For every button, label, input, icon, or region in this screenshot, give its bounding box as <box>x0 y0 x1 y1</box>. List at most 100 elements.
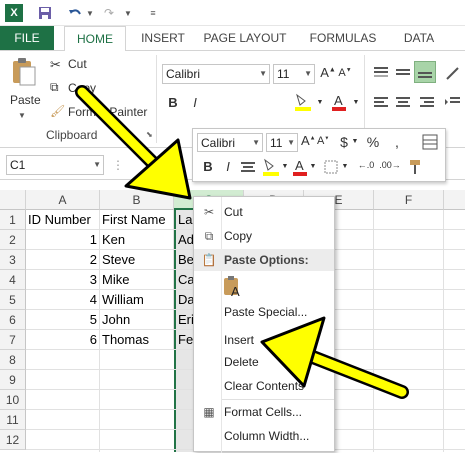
row-header[interactable]: 5 <box>0 290 26 310</box>
name-box[interactable]: C1 ▼ <box>6 155 104 175</box>
cell-a5[interactable]: 4 <box>26 290 100 310</box>
mini-increase-decimal-icon[interactable]: ←.0 <box>355 160 377 170</box>
cell-a4[interactable]: 3 <box>26 270 100 290</box>
indent-icon[interactable] <box>444 95 462 111</box>
chevron-down-icon[interactable]: ▼ <box>309 163 317 170</box>
cell-b2[interactable]: Ken <box>100 230 174 250</box>
cell-b5[interactable]: William <box>100 290 174 310</box>
paste-button[interactable]: Paste <box>10 93 41 107</box>
mini-font-name-box[interactable]: Calibri ▼ <box>197 133 263 152</box>
cell-b1[interactable]: First Name <box>100 210 174 230</box>
chevron-down-icon[interactable]: ▼ <box>316 99 324 106</box>
undo-dropdown-icon[interactable]: ▼ <box>86 4 94 22</box>
bottom-align-icon[interactable] <box>414 61 436 83</box>
tab-insert[interactable]: INSERT <box>134 26 192 50</box>
cell-b7[interactable]: Thomas <box>100 330 174 350</box>
row-header[interactable]: 9 <box>0 370 26 390</box>
mini-currency-button[interactable]: $ <box>337 134 351 150</box>
mini-borders-icon[interactable] <box>323 159 341 177</box>
chevron-down-icon[interactable]: ▼ <box>304 65 312 83</box>
undo-icon[interactable] <box>66 4 84 22</box>
font-name-box[interactable]: Calibri ▼ <box>162 64 270 84</box>
redo-icon[interactable]: ↷ <box>100 4 118 22</box>
chevron-down-icon[interactable]: ▼ <box>281 163 289 170</box>
mini-comma-icon[interactable]: , <box>389 134 405 150</box>
mini-shrink-font-icon[interactable]: A▼ <box>317 135 329 147</box>
chevron-down-icon[interactable]: ▼ <box>341 163 349 170</box>
menu-item-clear-contents[interactable]: Clear Contents <box>194 375 334 397</box>
tab-formulas[interactable]: FORMULAS <box>302 26 384 50</box>
orientation-icon[interactable] <box>444 65 462 81</box>
row-header[interactable]: 4 <box>0 270 26 290</box>
scissors-icon[interactable]: ✂ <box>50 57 61 73</box>
redo-dropdown-icon[interactable]: ▼ <box>124 4 132 22</box>
row-header[interactable]: 1 <box>0 210 26 230</box>
top-align-icon[interactable] <box>372 65 390 81</box>
mini-format-painter-icon[interactable] <box>407 158 425 176</box>
cut-button[interactable]: Cut <box>68 57 87 71</box>
row-header[interactable]: 8 <box>0 350 26 370</box>
cell-a7[interactable]: 6 <box>26 330 100 350</box>
chevron-down-icon[interactable]: ▼ <box>259 65 267 83</box>
save-icon[interactable] <box>36 4 54 22</box>
fill-color-icon[interactable] <box>292 93 314 114</box>
column-header-b[interactable]: B <box>100 190 174 210</box>
mini-percent-button[interactable]: % <box>365 134 381 150</box>
mini-format-table-icon[interactable] <box>421 133 439 151</box>
format-painter-icon[interactable]: 🖌 <box>50 104 65 118</box>
middle-align-icon[interactable] <box>394 65 412 81</box>
cell-b4[interactable]: Mike <box>100 270 174 290</box>
menu-item-cut[interactable]: ✂ Cut <box>194 201 334 223</box>
chevron-down-icon[interactable]: ▼ <box>351 138 359 145</box>
column-header-f[interactable]: F <box>374 190 444 210</box>
cell-a6[interactable]: 5 <box>26 310 100 330</box>
select-all-corner[interactable] <box>0 190 26 210</box>
cell-b6[interactable]: John <box>100 310 174 330</box>
align-right-icon[interactable] <box>418 95 436 111</box>
row-header[interactable]: 7 <box>0 330 26 350</box>
align-center-icon[interactable] <box>394 95 412 111</box>
cell-b3[interactable]: Steve <box>100 250 174 270</box>
menu-item-copy[interactable]: ⧉ Copy <box>194 225 334 247</box>
menu-item-column-width[interactable]: Column Width... <box>194 425 334 447</box>
align-left-icon[interactable] <box>372 95 390 111</box>
font-size-box[interactable]: 11 ▼ <box>273 64 315 84</box>
row-header[interactable]: 6 <box>0 310 26 330</box>
row-header[interactable]: 11 <box>0 410 26 430</box>
cell-a3[interactable]: 2 <box>26 250 100 270</box>
chevron-down-icon[interactable]: ▼ <box>287 134 295 152</box>
font-color-icon[interactable]: A <box>328 93 350 114</box>
grow-font-icon[interactable]: A▲ <box>320 65 336 80</box>
paste-dropdown-icon[interactable]: ▼ <box>18 111 26 120</box>
dialog-launcher-icon[interactable]: ⬊ <box>146 130 153 139</box>
paste-keep-format-icon[interactable]: A <box>222 275 244 299</box>
copy-button[interactable]: Copy <box>68 81 96 95</box>
row-header[interactable]: 2 <box>0 230 26 250</box>
menu-item-delete[interactable]: Delete <box>194 351 334 373</box>
row-header[interactable]: 10 <box>0 390 26 410</box>
format-painter-button[interactable]: Format Painter <box>68 105 147 119</box>
tab-file[interactable]: FILE <box>0 26 54 50</box>
tab-data[interactable]: DATA <box>394 26 444 50</box>
column-header-a[interactable]: A <box>26 190 100 210</box>
chevron-down-icon[interactable]: ▼ <box>93 156 101 174</box>
mini-italic-icon[interactable]: I <box>221 159 235 174</box>
tab-page-layout[interactable]: PAGE LAYOUT <box>198 26 292 50</box>
mini-align-center-icon[interactable] <box>239 159 259 177</box>
mini-bold-icon[interactable]: B <box>201 159 215 174</box>
customize-toolbar-icon[interactable]: ≡ <box>146 4 160 22</box>
row-header[interactable]: 12 <box>0 430 26 450</box>
cell-a1[interactable]: ID Number <box>26 210 100 230</box>
mini-grow-font-icon[interactable]: A▲ <box>301 133 316 148</box>
mini-font-size-box[interactable]: 11 ▼ <box>266 133 298 152</box>
shrink-font-icon[interactable]: A▼ <box>338 67 352 79</box>
tab-home[interactable]: HOME <box>64 26 126 51</box>
paste-icon[interactable] <box>10 57 38 87</box>
mini-font-color-icon[interactable]: A <box>291 157 309 177</box>
row-header[interactable]: 3 <box>0 250 26 270</box>
mini-decrease-decimal-icon[interactable]: .00→ <box>379 160 401 170</box>
mini-fill-color-icon[interactable] <box>261 157 281 177</box>
italic-icon[interactable]: I <box>188 95 202 110</box>
bold-icon[interactable]: B <box>166 95 180 110</box>
menu-item-paste-special[interactable]: Paste Special... <box>194 301 334 323</box>
